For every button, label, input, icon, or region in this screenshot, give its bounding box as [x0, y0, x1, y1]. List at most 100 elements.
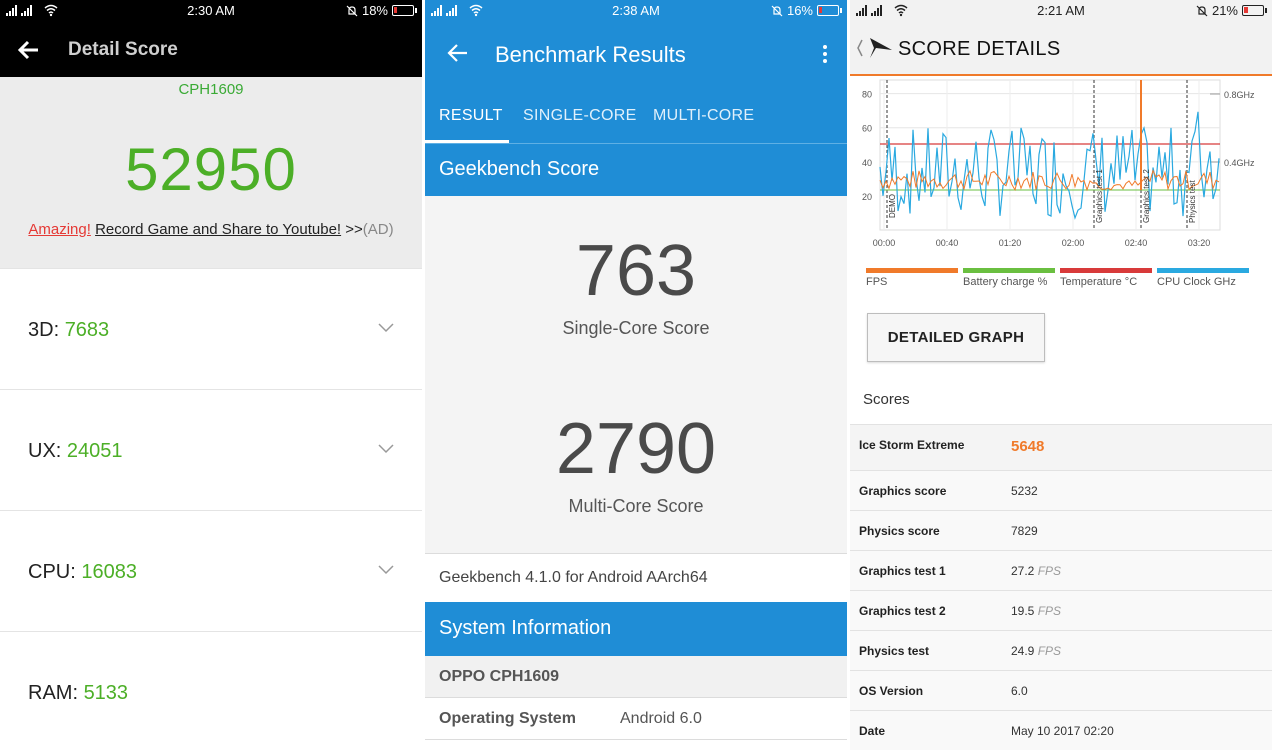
- tab-single-core[interactable]: SINGLE-CORE: [523, 107, 637, 125]
- chevron-down-icon[interactable]: [378, 565, 394, 575]
- score-row: Graphics test 1 27.2 FPS: [850, 550, 1272, 590]
- device-row: OPPO CPH1609: [425, 656, 847, 698]
- score-number: May 10 2017 02:20: [1011, 724, 1114, 738]
- legend-battery: Battery charge %: [963, 268, 1055, 288]
- score-row: Date May 10 2017 02:20: [850, 710, 1272, 750]
- promo-text[interactable]: Record Game and Share to Youtube!: [95, 221, 341, 238]
- mute-icon: [1196, 5, 1208, 16]
- single-core-label: Single-Core Score: [562, 318, 710, 338]
- x-tick-label: 00:40: [936, 238, 959, 248]
- multi-core-label: Multi-Core Score: [568, 496, 704, 516]
- marker-label: Physics test: [1188, 180, 1197, 223]
- promo-amazing[interactable]: Amazing!: [28, 221, 91, 238]
- geekbench-version: Geekbench 4.1.0 for Android AArch64: [425, 553, 847, 602]
- score-number: 6.0: [1011, 684, 1028, 698]
- score-number: 5648: [1011, 438, 1045, 455]
- y-tick-label: 60: [862, 124, 872, 134]
- legend-swatch: [1060, 268, 1152, 273]
- status-bar: 2:30 AM 18%: [0, 0, 422, 22]
- scores-heading: Scores: [863, 391, 910, 408]
- total-score: 52950: [125, 136, 297, 203]
- legend-label: CPU Clock GHz: [1157, 276, 1236, 288]
- score-row-ram[interactable]: RAM: 5133: [0, 631, 422, 750]
- total-score-section: CPH1609 52950 Amazing! Record Game and S…: [0, 77, 422, 268]
- battery-percent: 18%: [361, 3, 388, 18]
- row-value: 16083: [81, 561, 137, 583]
- promo-arrows: >>: [345, 221, 363, 238]
- battery-icon: [392, 5, 417, 16]
- page-title: Detail Score: [68, 39, 178, 60]
- score-value: 24.9 FPS: [1011, 644, 1061, 658]
- back-arrow-icon[interactable]: [447, 42, 469, 64]
- antutu-panel: 2:30 AM 18% Detail Score CPH1609 52950 A…: [0, 0, 422, 750]
- more-vert-icon[interactable]: [823, 44, 827, 64]
- os-row: Operating System Android 6.0: [425, 698, 847, 740]
- row-label: UX:: [28, 440, 62, 462]
- promo-link[interactable]: Amazing! Record Game and Share to Youtub…: [0, 221, 422, 238]
- chevron-down-icon[interactable]: [378, 323, 394, 333]
- score-label: Date: [859, 724, 886, 738]
- legend-cpu-clock: CPU Clock GHz: [1157, 268, 1249, 288]
- score-number: 24.9: [1011, 644, 1035, 658]
- monitoring-chart: 80 60 40 20 00:00 00:40 01:20 02:00 02:40 03:20 0.…: [862, 79, 1255, 248]
- status-bar: 2:38 AM 16%: [425, 0, 847, 22]
- mute-icon: [346, 5, 358, 16]
- row-value: 24051: [66, 440, 123, 462]
- score-box: 763 Single-Core Score 2790 Multi-Core Sc…: [425, 196, 847, 553]
- score-label: Physics score: [859, 524, 940, 538]
- score-label: Ice Storm Extreme: [859, 438, 965, 452]
- score-row: Graphics score 5232: [850, 470, 1272, 510]
- y-tick-label: 40: [862, 158, 872, 168]
- 3dmark-logo-icon[interactable]: [856, 36, 894, 60]
- score-value: 19.5 FPS: [1011, 604, 1061, 618]
- marker-label: Graphics test 1: [1095, 169, 1104, 223]
- x-tick-label: 02:00: [1062, 238, 1085, 248]
- score-number: 27.2: [1011, 564, 1035, 578]
- score-row: Physics test 24.9 FPS: [850, 630, 1272, 670]
- legend-label: FPS: [866, 276, 888, 288]
- tab-multi-core[interactable]: MULTI-CORE: [653, 107, 754, 125]
- single-core-score: 763: [575, 231, 697, 311]
- score-value: May 10 2017 02:20: [1011, 724, 1114, 738]
- geekbench-panel: 2:38 AM 16% Benchmark Results RESULT SIN…: [425, 0, 847, 750]
- app-bar: SCORE DETAILS: [850, 22, 1272, 76]
- right-tick-label: 0.4GHz: [1224, 158, 1255, 168]
- row-label: RAM:: [28, 682, 78, 704]
- geekbench-score-header: Geekbench Score: [425, 143, 847, 196]
- battery-percent: 16%: [786, 3, 813, 18]
- graph-legend: FPS Battery charge % Temperature °C CPU …: [866, 268, 1249, 290]
- score-label: Graphics test 2: [859, 604, 946, 618]
- score-value: 7829: [1011, 524, 1038, 538]
- os-label: Operating System: [439, 710, 576, 727]
- chevron-down-icon[interactable]: [378, 444, 394, 454]
- x-tick-label: 02:40: [1125, 238, 1148, 248]
- tab-result[interactable]: RESULT: [439, 107, 503, 125]
- row-value: 7683: [64, 319, 110, 341]
- score-label: Graphics score: [859, 484, 947, 498]
- page-title: Benchmark Results: [495, 42, 686, 67]
- detailed-graph-button[interactable]: DETAILED GRAPH: [867, 313, 1045, 362]
- score-value: 5232: [1011, 484, 1038, 498]
- marker-label: DEMO: [888, 194, 897, 218]
- score-row: Ice Storm Extreme 5648: [850, 424, 1272, 470]
- score-row-3d[interactable]: 3D: 7683: [0, 268, 422, 389]
- score-row-cpu[interactable]: CPU: 16083: [0, 510, 422, 631]
- os-value: Android 6.0: [620, 710, 702, 727]
- status-bar: 2:21 AM 21%: [850, 0, 1272, 22]
- app-bar: Benchmark Results: [425, 22, 847, 88]
- score-value: 6.0: [1011, 684, 1028, 698]
- tab-bar: RESULT SINGLE-CORE MULTI-CORE: [425, 88, 847, 143]
- back-arrow-icon[interactable]: [16, 37, 42, 63]
- battery-icon: [817, 5, 842, 16]
- mute-icon: [771, 5, 783, 16]
- score-number: 7829: [1011, 524, 1038, 538]
- y-tick-label: 20: [862, 192, 872, 202]
- score-row-ux[interactable]: UX: 24051: [0, 389, 422, 510]
- app-bar: Detail Score: [0, 22, 422, 77]
- score-value: 5648: [1011, 438, 1044, 455]
- score-number: 5232: [1011, 484, 1038, 498]
- y-tick-label: 80: [862, 90, 872, 100]
- legend-swatch: [866, 268, 958, 273]
- row-label: CPU:: [28, 561, 76, 583]
- system-info-header: System Information: [425, 602, 847, 656]
